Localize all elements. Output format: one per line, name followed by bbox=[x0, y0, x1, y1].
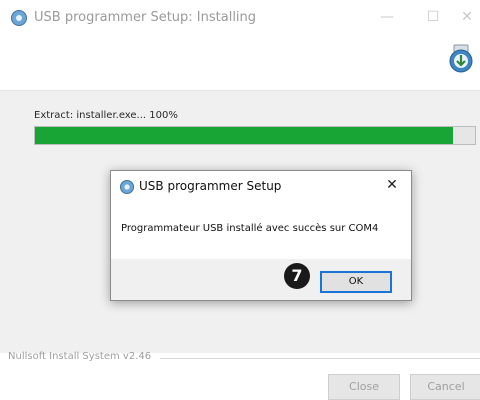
ok-button[interactable]: OK bbox=[320, 271, 392, 293]
step-badge: 7 bbox=[284, 263, 310, 289]
message-dialog: USB programmer Setup ✕ Programmateur USB… bbox=[110, 170, 412, 301]
progress-fill bbox=[35, 127, 453, 144]
branding-text: Nullsoft Install System v2.46 bbox=[8, 351, 152, 362]
title-bar: USB programmer Setup: Installing — ☐ ✕ bbox=[0, 0, 480, 36]
window-title: USB programmer Setup: Installing bbox=[34, 10, 257, 25]
dialog-close-icon[interactable]: ✕ bbox=[377, 174, 407, 196]
footer-divider bbox=[160, 358, 480, 359]
progress-bar bbox=[34, 126, 476, 145]
close-icon[interactable]: ✕ bbox=[452, 6, 480, 28]
close-button[interactable]: Close bbox=[328, 374, 400, 400]
minimize-icon[interactable]: — bbox=[372, 6, 402, 28]
status-text: Extract: installer.exe... 100% bbox=[34, 110, 178, 121]
maximize-icon[interactable]: ☐ bbox=[418, 6, 448, 28]
dialog-message: Programmateur USB installé avec succès s… bbox=[121, 223, 379, 234]
installer-download-icon bbox=[449, 44, 473, 73]
dialog-title: USB programmer Setup bbox=[139, 179, 282, 193]
installer-icon bbox=[11, 10, 27, 26]
installer-window: USB programmer Setup: Installing — ☐ ✕ E… bbox=[0, 0, 480, 400]
cancel-button[interactable]: Cancel bbox=[410, 374, 480, 400]
installer-icon bbox=[120, 180, 134, 194]
